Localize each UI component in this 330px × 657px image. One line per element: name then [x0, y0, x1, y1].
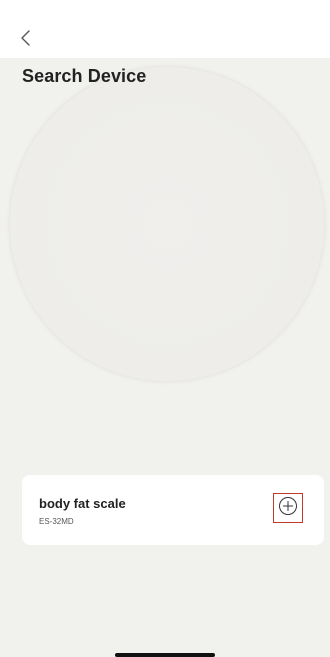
navigation-bar	[0, 22, 330, 58]
plus-circle-icon	[278, 496, 298, 521]
device-name: body fat scale	[39, 496, 126, 511]
search-device-screen: Search Device body fat scale ES-32MD	[0, 0, 330, 657]
main-content: Search Device body fat scale ES-32MD	[0, 58, 330, 657]
device-model: ES-32MD	[39, 517, 74, 526]
device-list-item[interactable]: body fat scale ES-32MD	[22, 475, 324, 545]
status-bar	[0, 0, 330, 22]
chevron-left-icon	[19, 29, 33, 52]
back-button[interactable]	[14, 28, 38, 52]
add-device-button[interactable]	[273, 493, 303, 523]
home-indicator[interactable]	[115, 653, 215, 657]
scan-animation-circle	[10, 67, 324, 381]
page-title: Search Device	[22, 66, 147, 86]
